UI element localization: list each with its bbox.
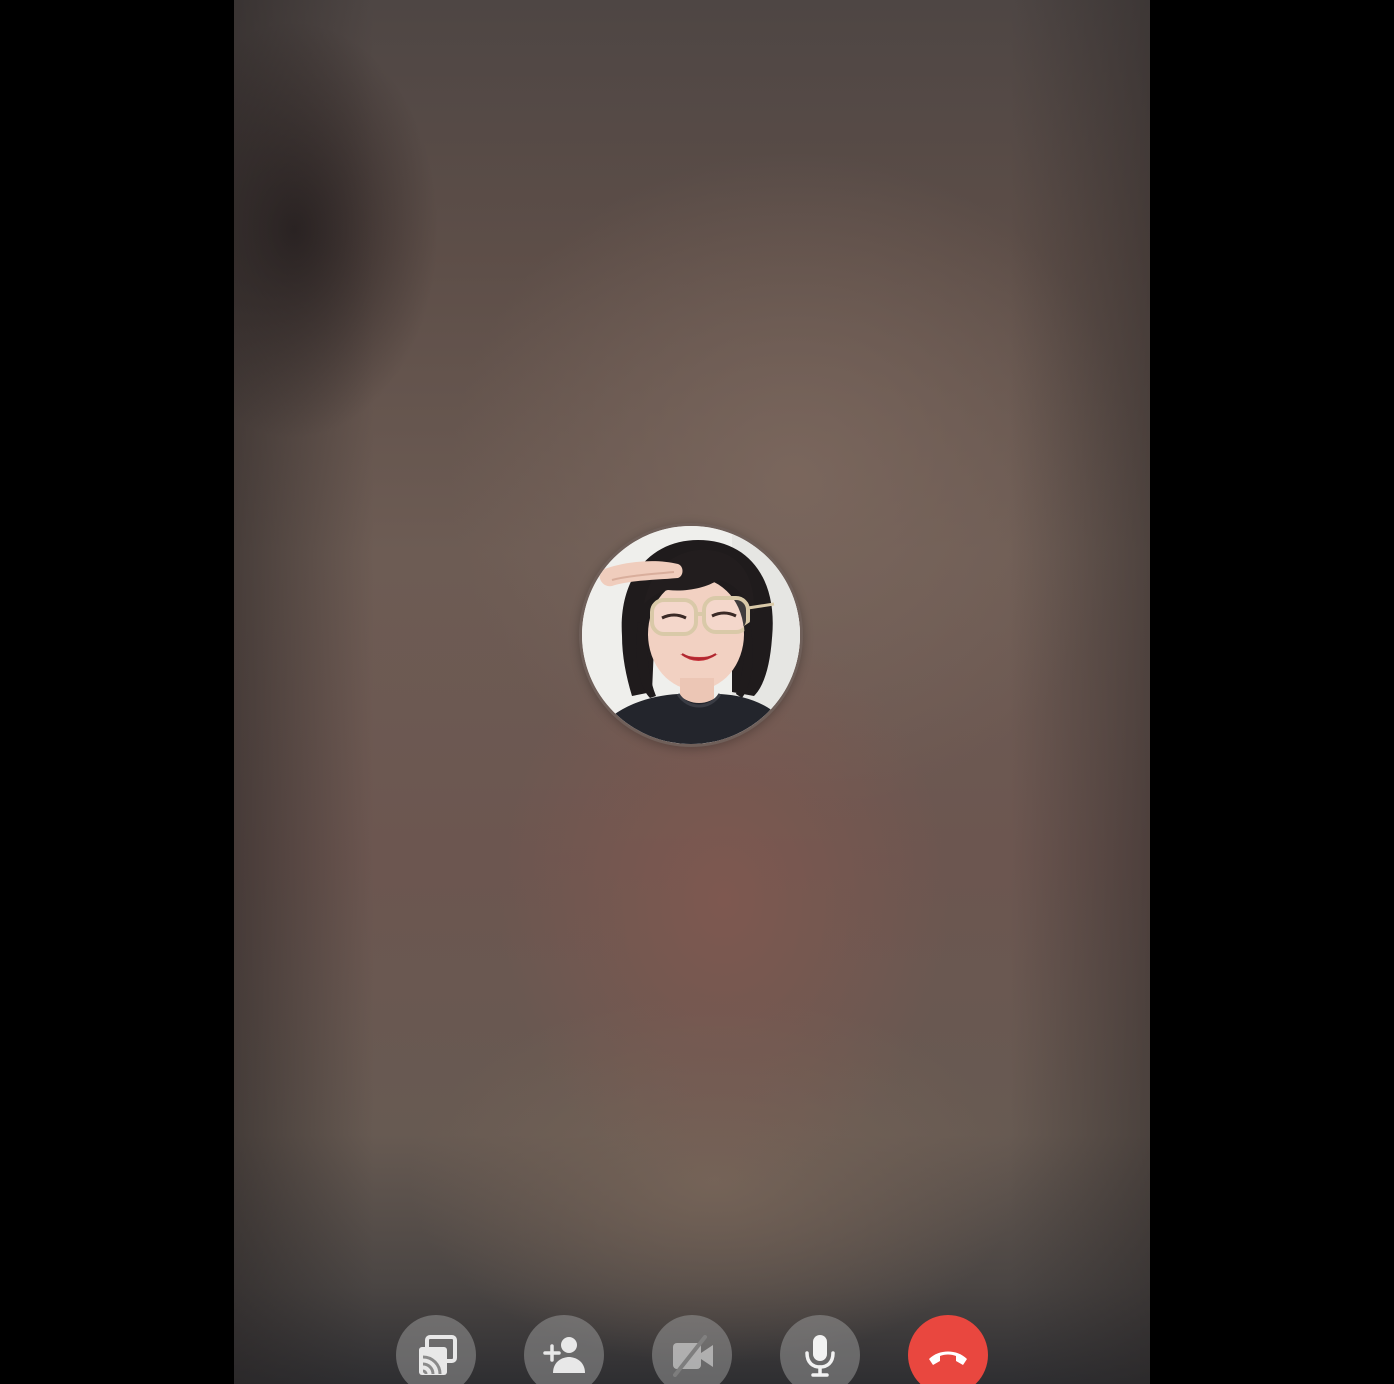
background-shade-right	[1010, 0, 1150, 1384]
microphone-icon	[805, 1335, 835, 1377]
hang-up-icon	[929, 1351, 967, 1365]
participant-avatar	[579, 523, 803, 747]
call-controls-bar	[234, 1315, 1150, 1384]
video-off-icon	[673, 1335, 713, 1377]
add-person-icon	[543, 1337, 585, 1373]
video-call-screen	[234, 0, 1150, 1384]
participant-photo	[582, 526, 800, 744]
cast-screen-icon	[419, 1335, 457, 1375]
microphone-button[interactable]	[780, 1315, 860, 1384]
end-call-button[interactable]	[908, 1315, 988, 1384]
background-shade-left	[234, 0, 374, 1384]
share-screen-button[interactable]	[396, 1315, 476, 1384]
add-person-button[interactable]	[524, 1315, 604, 1384]
video-off-button[interactable]	[652, 1315, 732, 1384]
